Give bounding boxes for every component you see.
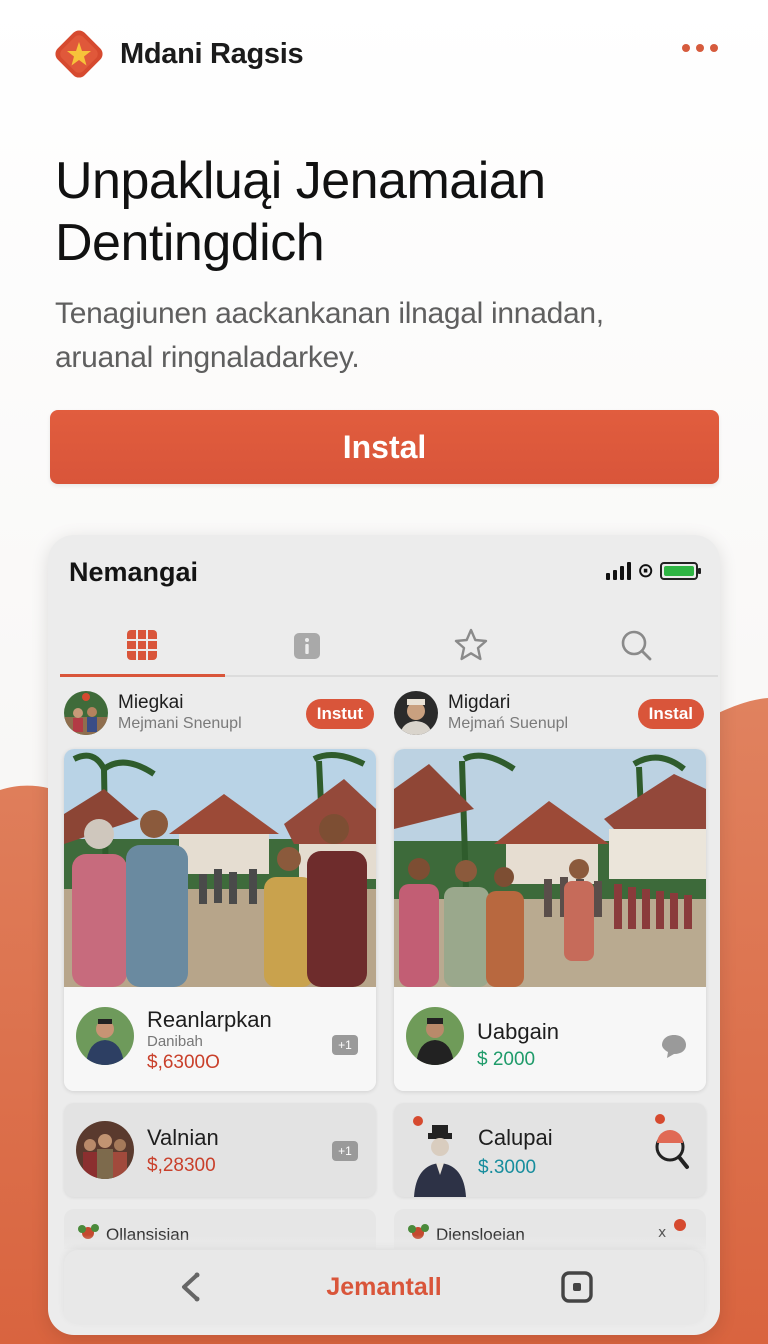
item-title: Valnian — [147, 1125, 219, 1150]
message-icon[interactable]: +1 — [332, 1035, 358, 1055]
list-item[interactable]: Valnian $,28300 +1 — [64, 1103, 376, 1197]
hero-subtitle-line-2: aruanal ringnaladarkey. — [55, 341, 360, 374]
hero-subtitle: Tenagiunen aackankanan ilnagal innadan, … — [55, 292, 695, 380]
avatar[interactable] — [76, 1121, 134, 1179]
bottom-navigation: Jemantall — [64, 1250, 704, 1324]
post-price: $,6300O — [147, 1052, 220, 1073]
avatar[interactable] — [406, 1007, 464, 1065]
brand-name: Mdani Ragsis — [120, 37, 304, 70]
chevron-left-icon[interactable] — [174, 1270, 208, 1304]
author-subtitle: Mejmań Suenupl — [448, 715, 569, 732]
hero-title-line-2: Dentingdich — [55, 214, 325, 272]
post-card[interactable]: Uabgain $ 2000 — [394, 749, 706, 1091]
nav-center-label[interactable]: Jemantall — [64, 1273, 704, 1302]
author-row: Migdari Mejmań Suenupl Instal — [394, 685, 706, 741]
phone-preview: Nemangai ⊙ Miegkai Mejmani Snenupl Instu… — [48, 535, 720, 1335]
info-icon — [293, 633, 320, 659]
post-card[interactable]: Reanlarpkan Danibah $,6300O +1 — [64, 749, 376, 1091]
star-icon — [455, 628, 488, 661]
village-photo — [64, 749, 376, 987]
status-icons: ⊙ — [606, 560, 701, 582]
app-logo-icon — [50, 25, 108, 83]
item-price: $,28300 — [147, 1155, 216, 1176]
message-icon[interactable]: +1 — [332, 1141, 358, 1161]
post-subtitle: Danibah — [147, 1033, 203, 1050]
tab-grid[interactable] — [60, 615, 225, 677]
install-pill-button[interactable]: Instal — [637, 699, 704, 729]
install-pill-button[interactable]: Instut — [305, 699, 374, 729]
village-photo — [394, 749, 706, 987]
phone-app-title: Nemangai — [69, 557, 199, 587]
post-info: Uabgain $ 2000 — [394, 987, 706, 1091]
search-icon — [621, 630, 652, 661]
avatar[interactable] — [76, 1007, 134, 1065]
post-title: Reanlarpkan — [147, 1007, 272, 1032]
phone-status-bar: Nemangai ⊙ — [48, 535, 720, 615]
hero-subtitle-line-1: Tenagiunen aackankanan ilnagal innadan, — [55, 297, 604, 330]
author-name: Miegkai — [118, 692, 184, 713]
tab-bar — [60, 615, 718, 677]
post-title: Uabgain — [477, 1019, 559, 1044]
feed-column-right: Migdari Mejmań Suenupl Instal Uabgain $ … — [394, 685, 706, 1249]
hero-title: Unpakluąi Jenamaian Dentingdich — [55, 150, 715, 274]
battery-icon — [660, 562, 701, 580]
hero-title-line-1: Unpakluąi Jenamaian — [55, 152, 546, 210]
feed-column-left: Miegkai Mejmani Snenupl Instut Reanlarpk… — [64, 685, 376, 1249]
tab-search[interactable] — [554, 615, 719, 675]
search-zoom-icon[interactable] — [650, 1113, 690, 1175]
more-options-icon[interactable] — [682, 44, 718, 52]
post-price: $ 2000 — [477, 1049, 536, 1070]
list-item[interactable]: Calupai $.3000 — [394, 1103, 706, 1197]
author-name: Migdari — [448, 692, 511, 713]
install-button[interactable]: Instal — [50, 410, 719, 484]
avatar[interactable] — [64, 691, 108, 735]
author-subtitle: Mejmani Snenupl — [118, 715, 242, 732]
tab-info[interactable] — [225, 615, 390, 675]
app-header: Mdani Ragsis — [50, 24, 730, 84]
feed-grid: Miegkai Mejmani Snenupl Instut Reanlarpk… — [64, 685, 706, 1249]
item-price: $.3000 — [478, 1157, 537, 1178]
post-info: Reanlarpkan Danibah $,6300O +1 — [64, 987, 376, 1091]
item-title: Calupai — [478, 1125, 553, 1150]
wifi-icon: ⊙ — [637, 560, 654, 582]
chat-bubble-icon[interactable] — [660, 1033, 688, 1059]
avatar[interactable] — [394, 691, 438, 735]
tab-favorites[interactable] — [389, 615, 554, 675]
grid-icon — [127, 630, 158, 660]
square-icon[interactable] — [560, 1270, 594, 1304]
signal-icon — [606, 562, 632, 580]
author-row: Miegkai Mejmani Snenupl Instut — [64, 685, 376, 741]
portrait-icon — [413, 1116, 466, 1197]
